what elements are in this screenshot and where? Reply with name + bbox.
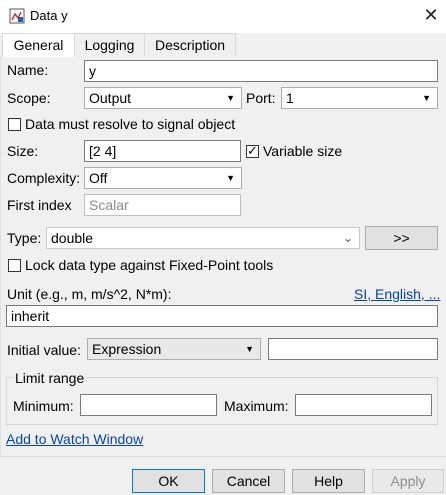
limit-range-title: Limit range	[13, 370, 87, 386]
size-label: Size:	[7, 143, 39, 159]
apply-button[interactable]: Apply	[372, 469, 444, 493]
initial-value-mode: Expression	[92, 341, 162, 357]
scope-label: Scope:	[7, 90, 51, 106]
name-label: Name:	[7, 62, 49, 78]
chevron-down-icon: ⌄	[342, 231, 353, 245]
type-combobox[interactable]: double ⌄	[46, 227, 360, 249]
variable-size-label: Variable size	[263, 143, 343, 159]
type-value: double	[51, 230, 94, 246]
tab-general[interactable]: General	[2, 33, 75, 58]
cancel-button[interactable]: Cancel	[212, 469, 285, 493]
first-index-field[interactable]: Scalar	[84, 194, 241, 216]
dropdown-arrow-icon: ▼	[422, 93, 431, 103]
dropdown-arrow-icon: ▼	[245, 344, 254, 354]
unit-field[interactable]: inherit	[6, 305, 438, 327]
ok-button[interactable]: OK	[132, 469, 205, 493]
minimum-label: Minimum:	[13, 398, 74, 414]
window-title: Data y	[30, 8, 68, 23]
port-label: Port:	[246, 90, 276, 106]
unit-systems-link[interactable]: SI, English, ...	[354, 286, 440, 302]
initial-value-label: Initial value:	[7, 342, 81, 358]
resolve-label: Data must resolve to signal object	[25, 116, 236, 132]
tab-description[interactable]: Description	[144, 33, 236, 56]
dropdown-arrow-icon: ▼	[226, 93, 235, 103]
lock-label: Lock data type against Fixed-Point tools	[25, 257, 274, 273]
minimum-field[interactable]	[80, 394, 217, 416]
close-icon[interactable]: ✕	[420, 3, 442, 27]
type-label: Type:	[7, 230, 42, 246]
initial-value-mode-dropdown[interactable]: Expression ▼	[87, 338, 261, 360]
help-button[interactable]: Help	[292, 469, 365, 493]
simulink-app-icon	[9, 8, 25, 24]
port-value: 1	[286, 90, 294, 106]
port-dropdown[interactable]: 1 ▼	[281, 87, 438, 109]
lock-checkbox[interactable]	[8, 259, 21, 272]
complexity-label: Complexity:	[7, 170, 81, 186]
resolve-checkbox[interactable]	[8, 118, 21, 131]
add-to-watch-window-link[interactable]: Add to Watch Window	[6, 431, 143, 447]
name-field[interactable]: y	[84, 60, 438, 82]
maximum-label: Maximum:	[224, 398, 289, 414]
maximum-field[interactable]	[295, 394, 432, 416]
complexity-value: Off	[89, 170, 108, 186]
tab-logging[interactable]: Logging	[74, 33, 145, 56]
variable-size-checkbox[interactable]	[246, 143, 259, 159]
tab-strip: General Logging Description	[0, 33, 446, 58]
data-type-assistant-button[interactable]: >>	[365, 226, 438, 250]
initial-value-field[interactable]	[268, 338, 438, 360]
dropdown-arrow-icon: ▼	[226, 173, 235, 183]
scope-value: Output	[89, 90, 132, 106]
complexity-dropdown[interactable]: Off ▼	[84, 167, 242, 189]
first-index-label: First index	[7, 197, 72, 213]
scope-dropdown[interactable]: Output ▼	[84, 87, 242, 109]
unit-label: Unit (e.g., m, m/s^2, N*m):	[7, 286, 172, 302]
size-field[interactable]: [2 4]	[84, 140, 241, 162]
